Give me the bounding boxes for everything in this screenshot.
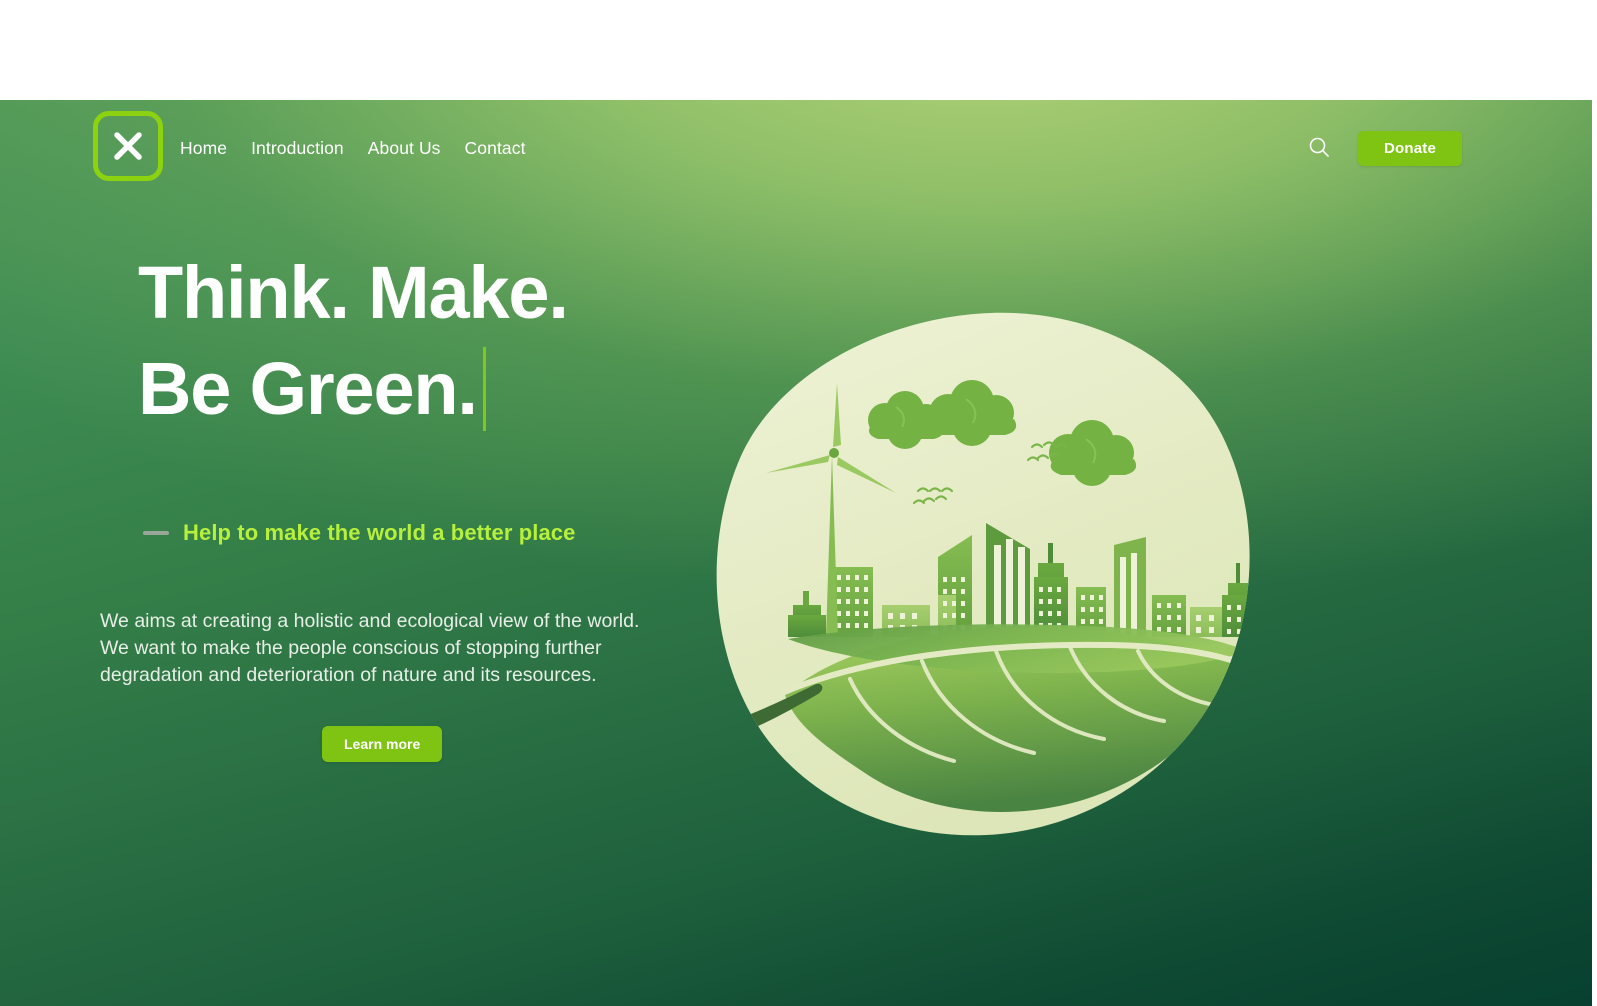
main-navigation: Home Introduction About Us Contact [180,138,526,159]
top-white-band [0,0,1597,100]
nav-item-home[interactable]: Home [180,138,227,159]
nav-item-about-us[interactable]: About Us [368,138,441,159]
donate-button[interactable]: Donate [1357,131,1462,166]
text-cursor-indicator [482,347,486,432]
learn-more-button[interactable]: Learn more [322,726,443,762]
hero-headline-line-2: Be Green. [138,347,478,431]
hero-section: Home Introduction About Us Contact Donat… [0,100,1592,1006]
tagline-text: Help to make the world a better place [183,520,576,545]
header-actions: Donate [1306,131,1462,166]
hero-headline-line-2-container: Be Green. [138,341,758,437]
nav-item-contact[interactable]: Contact [465,138,526,159]
tagline-dash-icon [143,531,169,535]
x-mark-logo-icon [110,128,146,164]
hero-paragraph: We aims at creating a holistic and ecolo… [100,610,640,687]
hero-tagline: Help to make the world a better place [143,520,575,546]
site-header: Home Introduction About Us Contact Donat… [0,100,1592,195]
page-root: Home Introduction About Us Contact Donat… [0,0,1597,1006]
search-icon [1307,135,1331,162]
brand-logo[interactable] [93,111,163,181]
eco-city-leaf-illustration [690,295,1290,865]
search-button[interactable] [1306,136,1332,162]
hero-copy: Think. Make. Be Green. [138,245,758,437]
right-white-gutter [1592,100,1597,1006]
nav-item-introduction[interactable]: Introduction [251,138,344,159]
hero-headline-line-1: Think. Make. [138,251,569,334]
